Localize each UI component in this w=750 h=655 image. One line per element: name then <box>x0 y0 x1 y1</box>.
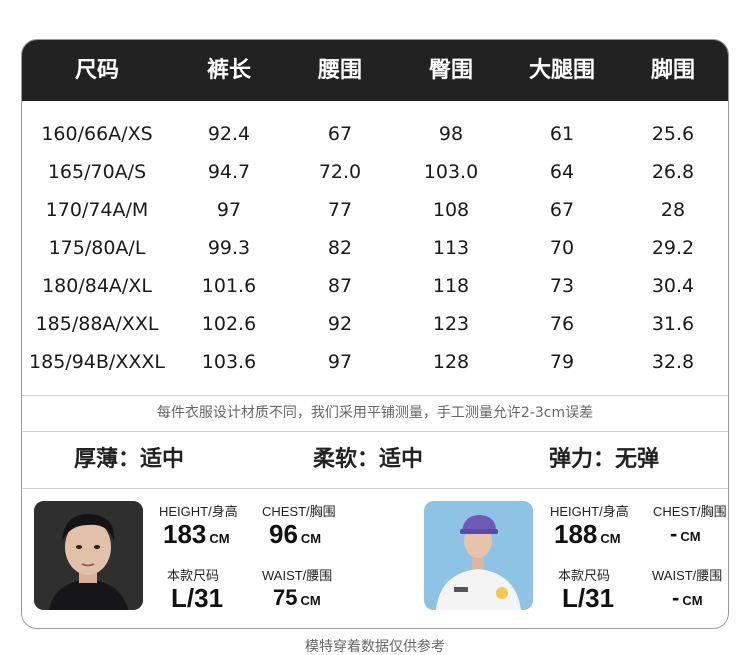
cell-leg-opening: 26.8 <box>651 161 695 183</box>
model-1-size-value: L/31 <box>171 583 224 613</box>
measurement-note: 每件衣服设计材质不同，我们采用平铺测量，手工测量允许2-3cm误差 <box>156 405 594 421</box>
model-2-chest-value: - CM <box>670 521 701 546</box>
table-row: 180/84A/XL 101.6 87 118 73 30.4 <box>22 267 728 305</box>
cell-thigh: 76 <box>549 313 575 335</box>
header-leg-opening: 脚围 <box>650 58 696 83</box>
cell-waist: 97 <box>327 351 353 373</box>
cell-leg-opening: 28 <box>660 199 686 221</box>
model-2-waist-value: - CM <box>672 585 703 610</box>
cell-pants-length: 92.4 <box>207 123 251 145</box>
header-waist: 腰围 <box>317 58 363 83</box>
model-2-height-value: 188 CM <box>554 519 621 549</box>
cell-pants-length: 94.7 <box>207 161 251 183</box>
table-row: 160/66A/XS 92.4 67 98 61 25.6 <box>22 115 728 153</box>
header-hip: 臀围 <box>428 58 474 83</box>
cell-hip: 108 <box>432 199 470 221</box>
cell-hip: 118 <box>432 275 470 297</box>
cell-hip: 113 <box>432 237 470 259</box>
model-1-height-value: 183 CM <box>163 519 230 549</box>
cell-leg-opening: 30.4 <box>651 275 695 297</box>
table-row: 165/70A/S 94.7 72.0 103.0 64 26.8 <box>22 153 728 191</box>
cell-size: 185/94B/XXXL <box>29 351 165 373</box>
table-row: 185/88A/XXL 102.6 92 123 76 31.6 <box>22 305 728 343</box>
cell-size: 180/84A/XL <box>42 275 152 297</box>
cell-thigh: 79 <box>549 351 575 373</box>
cell-size: 170/74A/M <box>45 199 149 221</box>
model-2-photo <box>424 501 533 610</box>
cell-pants-length: 103.6 <box>201 351 257 373</box>
model-2-height-label: HEIGHT/身高 <box>550 504 629 519</box>
cell-pants-length: 99.3 <box>207 237 251 259</box>
table-row: 170/74A/M 97 77 108 67 28 <box>22 191 728 229</box>
cell-thigh: 70 <box>549 237 575 259</box>
cell-thigh: 73 <box>549 275 575 297</box>
cell-waist: 77 <box>327 199 353 221</box>
cell-waist: 67 <box>327 123 353 145</box>
cell-pants-length: 102.6 <box>201 313 257 335</box>
cell-waist: 92 <box>327 313 353 335</box>
cell-pants-length: 101.6 <box>201 275 257 297</box>
cell-leg-opening: 31.6 <box>651 313 695 335</box>
cell-leg-opening: 32.8 <box>651 351 695 373</box>
thickness-label: 厚薄：适中 <box>74 447 185 472</box>
cell-leg-opening: 25.6 <box>651 123 695 145</box>
cell-size: 175/80A/L <box>48 237 146 259</box>
cell-waist: 72.0 <box>318 161 362 183</box>
header-thigh: 大腿围 <box>528 58 596 83</box>
model-1-chest-label: CHEST/胸围 <box>262 504 336 519</box>
cell-thigh: 64 <box>549 161 575 183</box>
cell-hip: 123 <box>432 313 470 335</box>
cell-thigh: 61 <box>549 123 575 145</box>
model-2-portrait-icon <box>424 501 533 610</box>
size-chart-card: 尺码 裤长 腰围 臀围 大腿围 脚围 160/66A/XS 92.4 67 98… <box>21 39 729 629</box>
header-pants-length: 裤长 <box>206 58 252 83</box>
divider <box>22 488 728 489</box>
cell-hip: 103.0 <box>423 161 479 183</box>
model-data-disclaimer: 模特穿着数据仅供参考 <box>305 639 445 655</box>
model-1-size-label: 本款尺码 <box>167 568 220 583</box>
cell-thigh: 67 <box>549 199 575 221</box>
cell-leg-opening: 29.2 <box>651 237 695 259</box>
model-1-portrait-icon <box>34 501 143 610</box>
model-2-chest-label: CHEST/胸围 <box>653 504 727 519</box>
model-2-size-value: L/31 <box>562 583 615 613</box>
cell-hip: 98 <box>438 123 464 145</box>
cell-size: 165/70A/S <box>47 161 147 183</box>
cell-pants-length: 97 <box>216 199 242 221</box>
model-1-waist-value: 75 CM <box>273 585 321 610</box>
cell-size: 185/88A/XXL <box>35 313 159 335</box>
model-1-waist-label: WAIST/腰围 <box>262 568 333 583</box>
table-row: 185/94B/XXXL 103.6 97 128 79 32.8 <box>22 343 728 381</box>
header-size: 尺码 <box>74 58 120 83</box>
model-2-waist-label: WAIST/腰围 <box>652 568 723 583</box>
cell-waist: 87 <box>327 275 353 297</box>
table-row: 175/80A/L 99.3 82 113 70 29.2 <box>22 229 728 267</box>
softness-label: 柔软：适中 <box>313 447 424 472</box>
cell-hip: 128 <box>432 351 470 373</box>
model-1-height-label: HEIGHT/身高 <box>159 504 238 519</box>
model-1-photo <box>34 501 143 610</box>
elasticity-label: 弹力：无弹 <box>549 447 660 472</box>
cell-size: 160/66A/XS <box>41 123 153 145</box>
size-table-header: 尺码 裤长 腰围 臀围 大腿围 脚围 <box>22 40 728 101</box>
model-1-chest-value: 96 CM <box>269 519 322 549</box>
cell-waist: 82 <box>327 237 353 259</box>
model-2-size-label: 本款尺码 <box>558 568 611 583</box>
